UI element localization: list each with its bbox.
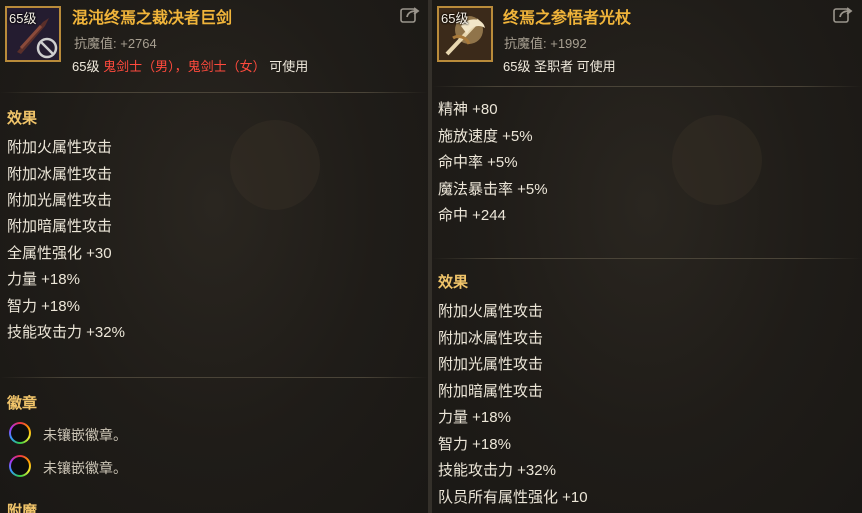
usable-level: 65级: [72, 59, 100, 74]
resist-value: 抗魔值: +1992: [504, 36, 587, 51]
divider: [0, 377, 428, 378]
item-name: 终焉之参悟者光杖: [503, 10, 632, 27]
enchant-header: 附魔: [7, 503, 38, 513]
usable-classes: 鬼剑士（男），鬼剑士（女）: [103, 59, 266, 74]
effect-line: 智力 +18%: [438, 436, 511, 453]
effect-line: 技能攻击力 +32%: [7, 324, 125, 341]
stat-line: 施放速度 +5%: [438, 128, 533, 145]
effect-line: 附加火属性攻击: [438, 303, 544, 320]
share-icon: [833, 7, 853, 23]
stat-line: 命中 +244: [438, 207, 506, 224]
right-item-tooltip: 65级 终焉之参悟者光杖 抗魔值: +1992 65级 圣职者 可使用 精神 +…: [432, 0, 862, 513]
divider: [0, 92, 428, 93]
item-icon-greatsword: 65级: [5, 6, 61, 62]
share-button[interactable]: [833, 6, 853, 24]
background-watermark: [230, 120, 320, 210]
effect-line: 队员所有属性强化 +10: [438, 489, 588, 506]
effect-line: 附加冰属性攻击: [438, 330, 544, 347]
effect-line: 技能攻击力 +32%: [438, 462, 556, 479]
stat-line: 精神 +80: [438, 101, 498, 118]
share-button[interactable]: [400, 6, 420, 24]
stat-line: 命中率 +5%: [438, 154, 518, 171]
item-level-badge: 65级: [441, 11, 469, 26]
usable-info: 65级 圣职者 可使用: [503, 59, 616, 74]
effect-line: 附加光属性攻击: [7, 192, 113, 209]
usable-suffix: 可使用: [269, 59, 309, 74]
emblem-slot-icon[interactable]: [9, 422, 31, 444]
divider: [432, 258, 862, 259]
divider: [432, 86, 862, 87]
effect-line: 附加火属性攻击: [7, 139, 113, 156]
effects-header: 效果: [7, 110, 38, 127]
emblem-slot-text: 未镶嵌徽章。: [43, 427, 127, 443]
emblem-header: 徽章: [7, 395, 38, 412]
item-icon-staff: 65级: [437, 6, 493, 62]
background-watermark: [672, 115, 762, 205]
effect-line: 附加光属性攻击: [438, 356, 544, 373]
item-level-badge: 65级: [9, 11, 37, 26]
stat-line: 魔法暴击率 +5%: [438, 181, 548, 198]
effect-line: 力量 +18%: [438, 409, 511, 426]
emblem-slot-text: 未镶嵌徽章。: [43, 460, 127, 476]
effects-header: 效果: [438, 274, 469, 291]
effect-line: 全属性强化 +30: [7, 245, 112, 262]
emblem-slot-icon[interactable]: [9, 455, 31, 477]
item-name: 混沌终焉之裁决者巨剑: [72, 10, 233, 27]
effect-line: 智力 +18%: [7, 298, 80, 315]
effect-line: 附加冰属性攻击: [7, 166, 113, 183]
effect-line: 力量 +18%: [7, 271, 80, 288]
resist-value: 抗魔值: +2764: [74, 36, 157, 51]
share-icon: [400, 7, 420, 23]
usable-info: 65级 鬼剑士（男），鬼剑士（女） 可使用: [72, 56, 308, 75]
effect-line: 附加暗属性攻击: [438, 383, 544, 400]
left-item-tooltip: 65级 混沌终焉之裁决者巨剑 抗魔值: +2764 65级 鬼剑士（男），鬼剑士…: [0, 0, 428, 513]
effect-line: 附加暗属性攻击: [7, 218, 113, 235]
